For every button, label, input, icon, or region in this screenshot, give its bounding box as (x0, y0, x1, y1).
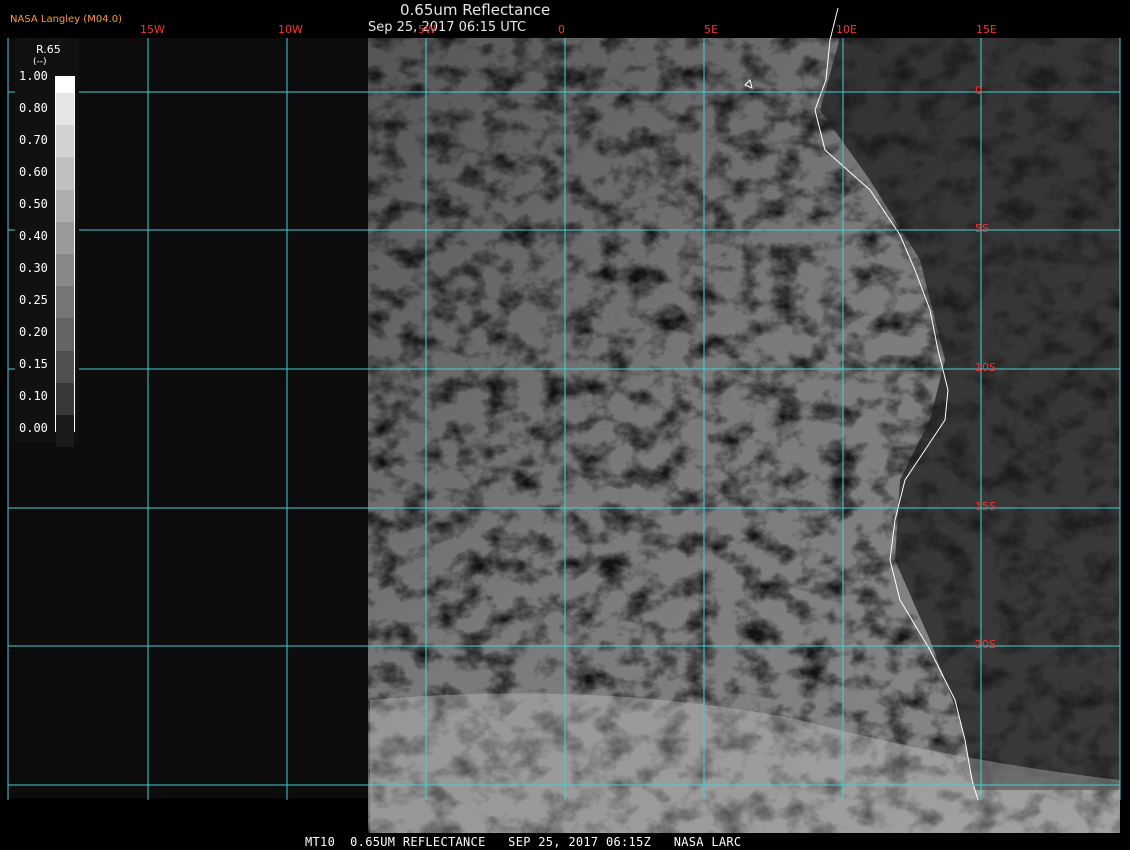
credit-label: NASA Langley (M04.0) (10, 14, 122, 25)
colorbar (55, 76, 75, 448)
colorbar-band (56, 318, 74, 351)
colorbar-band (56, 382, 74, 415)
latitude-label: 10S (975, 361, 996, 374)
colorbar-band (56, 350, 74, 383)
legend-tick-label: 1.00 (19, 69, 48, 83)
legend-tick-label: 0.30 (19, 261, 48, 275)
colorbar-band (56, 125, 74, 158)
longitude-label: 10W (278, 23, 303, 36)
longitude-label: 0 (558, 23, 565, 36)
colorbar-band (56, 414, 74, 448)
legend-tick-label: 0.00 (19, 421, 48, 435)
colorbar-band (56, 93, 74, 126)
legend-tick-label: 0.50 (19, 197, 48, 211)
longitude-label: 10E (836, 23, 857, 36)
footer-caption: MT10 0.65UM REFLECTANCE SEP 25, 2017 06:… (305, 835, 742, 849)
map-title: 0.65um Reflectance (400, 1, 551, 19)
map-timestamp: Sep 25, 2017 06:15 UTC (368, 20, 527, 35)
colorbar-band (56, 77, 74, 94)
legend-unit: (--) (33, 57, 47, 67)
longitude-label: 15E (976, 23, 997, 36)
latitude-label: 5S (975, 222, 989, 235)
legend-title: R.65 (36, 43, 61, 56)
legend-tick-label: 0.25 (19, 293, 48, 307)
legend-tick-label: 0.40 (19, 229, 48, 243)
colorbar-band (56, 157, 74, 190)
legend-tick-label: 0.70 (19, 133, 48, 147)
legend-tick-label: 0.10 (19, 389, 48, 403)
longitude-label: 5E (704, 23, 718, 36)
legend-tick-label: 0.60 (19, 165, 48, 179)
colorbar-band (56, 221, 74, 254)
longitude-label: 15W (140, 23, 165, 36)
longitude-label: 5W (418, 23, 436, 36)
colorbar-band (56, 254, 74, 287)
legend-tick-label: 0.80 (19, 101, 48, 115)
colorbar-band (56, 286, 74, 319)
latitude-label: 20S (975, 638, 996, 651)
satellite-map (7, 7, 1121, 833)
latitude-label: 0 (975, 84, 982, 97)
legend-tick-label: 0.15 (19, 357, 48, 371)
legend-tick-label: 0.20 (19, 325, 48, 339)
latitude-label: 15S (975, 500, 996, 513)
imagery (368, 38, 1120, 833)
color-legend: R.65 (--) 1.00 0.80 0.70 0.60 0.50 0.40 0.30 0.… (15, 38, 79, 448)
colorbar-band (56, 189, 74, 222)
